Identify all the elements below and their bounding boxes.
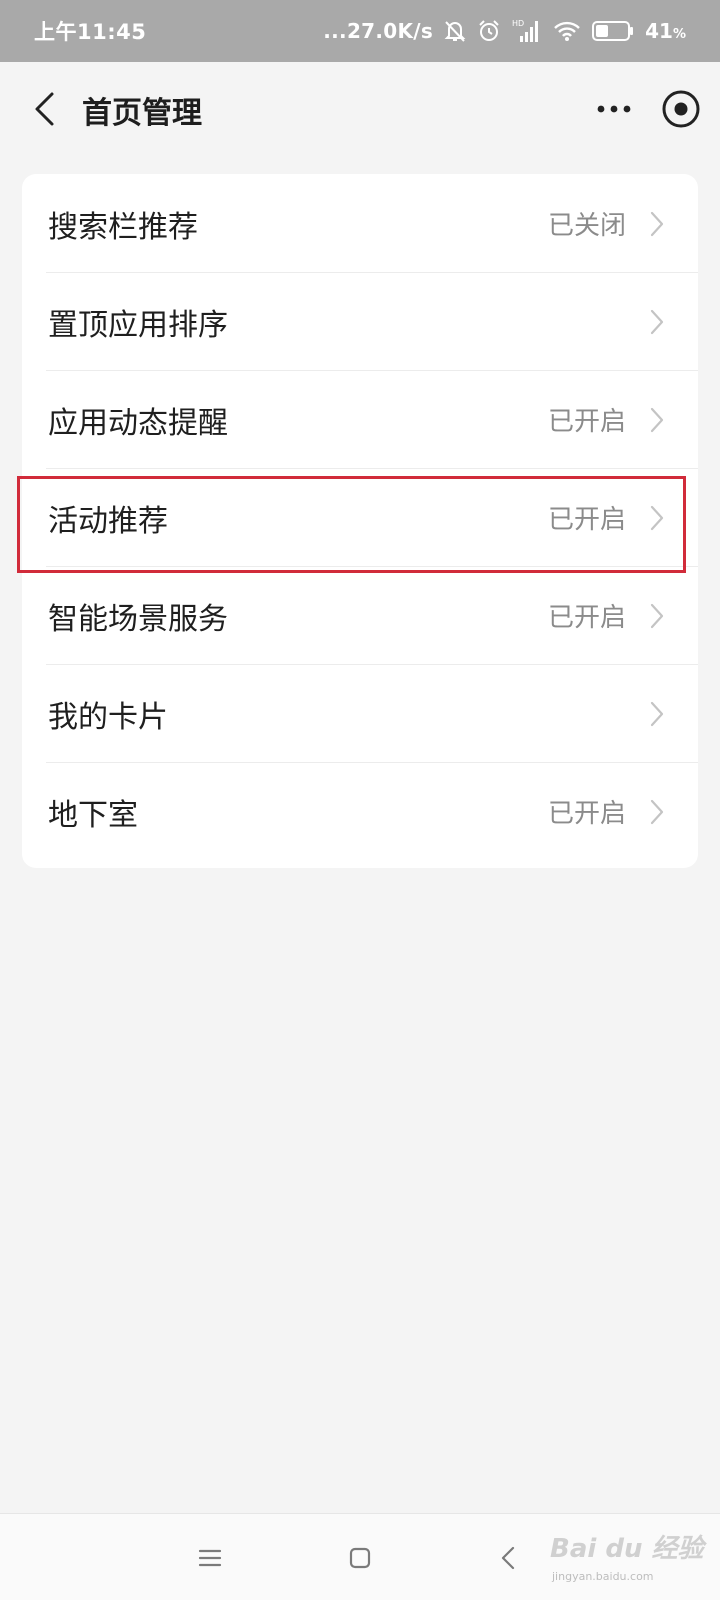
settings-row-my-cards[interactable]: 我的卡片 xyxy=(22,664,698,763)
signal-hd-icon: HD xyxy=(512,18,542,44)
home-square-icon xyxy=(349,1547,371,1569)
row-status: 已开启 xyxy=(547,505,626,535)
chevron-right-icon xyxy=(646,601,668,631)
settings-row-app-activity-reminder[interactable]: 应用动态提醒 已开启 xyxy=(22,370,698,469)
more-icon xyxy=(597,105,631,113)
mute-bell-icon xyxy=(444,19,466,43)
back-triangle-icon xyxy=(501,1546,515,1570)
page-title: 首页管理 xyxy=(82,96,202,131)
settings-row-smart-scene-service[interactable]: 智能场景服务 已开启 xyxy=(22,566,698,665)
battery-icon xyxy=(592,20,634,42)
watermark-url: jingyan.baidu.com xyxy=(552,1570,654,1583)
back-icon xyxy=(35,92,54,126)
network-speed: ...27.0K/s xyxy=(323,19,434,43)
nav-bar: 首页管理 xyxy=(0,62,720,156)
status-bar: 上午11:45 ...27.0K/s HD 41% xyxy=(0,0,720,62)
settings-row-pinned-app-order[interactable]: 置顶应用排序 xyxy=(22,272,698,371)
settings-row-search-bar-recommend[interactable]: 搜索栏推荐 已关闭 xyxy=(22,174,698,273)
recent-apps-button[interactable] xyxy=(190,1538,230,1578)
wifi-icon xyxy=(553,19,581,43)
more-button[interactable] xyxy=(594,92,634,126)
chevron-right-icon xyxy=(646,307,668,337)
watermark: Bai du 经验 jingyan.baidu.com xyxy=(550,1522,710,1592)
home-button[interactable] xyxy=(340,1538,380,1578)
row-label: 置顶应用排序 xyxy=(48,307,228,343)
row-label: 搜索栏推荐 xyxy=(48,209,198,245)
chevron-right-icon xyxy=(646,209,668,239)
row-label: 地下室 xyxy=(48,797,138,833)
system-back-button[interactable] xyxy=(488,1538,528,1578)
chevron-right-icon xyxy=(646,503,668,533)
menu-icon xyxy=(198,1549,222,1567)
row-status: 已开启 xyxy=(547,799,626,829)
row-label: 智能场景服务 xyxy=(48,601,228,637)
row-status: 已开启 xyxy=(547,603,626,633)
chevron-right-icon xyxy=(646,797,668,827)
status-time: 上午11:45 xyxy=(34,20,147,44)
chevron-right-icon xyxy=(646,699,668,729)
row-status: 已开启 xyxy=(547,407,626,437)
mini-program-close-button[interactable] xyxy=(658,86,704,132)
back-button[interactable] xyxy=(24,86,64,132)
status-icons: ...27.0K/s HD 41% xyxy=(323,18,686,44)
battery-percent: 41% xyxy=(645,19,686,43)
chevron-right-icon xyxy=(646,405,668,435)
battery-unit: % xyxy=(672,27,686,42)
settings-row-activity-recommend[interactable]: 活动推荐 已开启 xyxy=(22,468,698,567)
row-label: 活动推荐 xyxy=(48,503,168,539)
row-status: 已关闭 xyxy=(547,211,626,241)
hd-label: HD xyxy=(512,19,524,28)
row-label: 我的卡片 xyxy=(48,699,168,735)
alarm-clock-icon xyxy=(477,19,501,43)
watermark-logo: Bai du 经验 xyxy=(550,1534,704,1564)
mini-program-target-icon xyxy=(662,90,700,128)
row-label: 应用动态提醒 xyxy=(48,405,228,441)
settings-row-basement[interactable]: 地下室 已开启 xyxy=(22,762,698,861)
settings-card: 搜索栏推荐 已关闭 置顶应用排序 应用动态提醒 已开启 活动推荐 已开启 智能场… xyxy=(22,174,698,868)
